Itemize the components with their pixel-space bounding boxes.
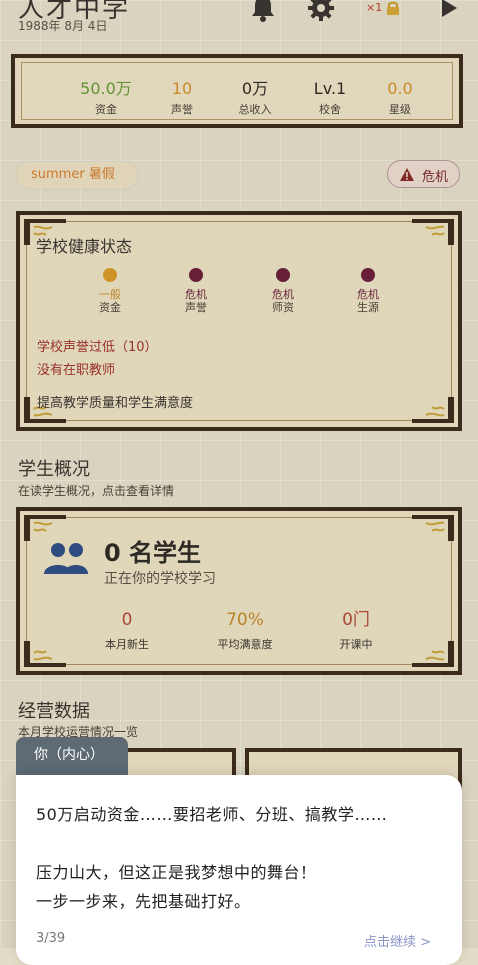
ornament-icon: [412, 515, 454, 541]
status-dot: [103, 268, 117, 282]
resource-stats-panel: 50.0万 资金 10 声誉 0万 总收入 Lv.1 校舍 0.0 星级: [11, 54, 463, 128]
student-stat-satisfaction: 70% 平均满意度: [195, 610, 295, 652]
status-dot: [189, 268, 203, 282]
ornament-icon: [412, 219, 454, 245]
ornament-icon: [412, 641, 454, 667]
play-icon[interactable]: [440, 0, 458, 18]
danger-button[interactable]: 危机: [387, 160, 460, 188]
stat-value: 10: [171, 79, 193, 98]
student-count-subtitle: 正在你的学校学习: [104, 571, 216, 587]
indicator-name: 声誉: [185, 301, 207, 314]
students-section-subtitle: 在读学生概况，点击查看详情: [18, 484, 175, 498]
stat-value: 50.0万: [80, 79, 132, 98]
stat-reputation: 10 声誉: [142, 80, 222, 117]
health-indicator-funds: 一般 资金: [80, 268, 140, 314]
warning-text: 学校声誉过低（10）: [37, 340, 158, 355]
health-indicator-teachers: 危机 师资: [253, 268, 313, 314]
lock-icon: [387, 1, 399, 15]
game-date: 1988年 8月 4日: [18, 19, 108, 33]
people-icon: [44, 543, 88, 574]
status-text: 危机: [272, 288, 294, 301]
stat-label: 校舍: [319, 103, 341, 116]
status-text: 危机: [357, 288, 379, 301]
stat-total-income: 0万 总收入: [215, 80, 295, 117]
ornament-icon: [24, 641, 66, 667]
stat-label: 开课中: [339, 638, 373, 651]
stat-label: 本月新生: [105, 638, 149, 651]
ornament-icon: [412, 397, 454, 423]
students-section-title: 学生概况: [18, 459, 90, 480]
dialog-progress: 3/39: [36, 931, 66, 946]
indicator-name: 生源: [357, 301, 379, 314]
operations-section-title: 经营数据: [18, 701, 90, 722]
bell-icon[interactable]: [250, 0, 276, 22]
health-indicator-reputation: 危机 声誉: [166, 268, 226, 314]
stat-value: 0: [121, 610, 133, 630]
status-dot: [276, 268, 290, 282]
danger-label: 危机: [422, 170, 449, 185]
status-dot: [361, 268, 375, 282]
ornament-icon: [24, 515, 66, 541]
stat-funds: 50.0万 资金: [66, 80, 146, 117]
speed-label[interactable]: ×1: [366, 1, 382, 14]
indicator-name: 资金: [99, 301, 121, 314]
stat-value: Lv.1: [313, 79, 347, 98]
status-text: 危机: [185, 288, 207, 301]
student-stat-courses: 0门 开课中: [306, 610, 406, 652]
stat-value: 0万: [241, 79, 269, 98]
stat-label: 声誉: [171, 103, 193, 116]
stat-label: 资金: [95, 103, 117, 116]
dialog-line: 一步一步来，先把基础打好。: [36, 892, 251, 911]
game-screen: 人才中学 1988年 8月 4日 ×1 50.0万 资金 10 声誉 0万 总收…: [0, 0, 478, 965]
status-text: 一般: [99, 288, 121, 301]
season-badge: summer 暑假: [17, 162, 137, 188]
stat-label: 总收入: [238, 103, 272, 116]
stat-value: 70%: [226, 610, 264, 630]
gear-icon[interactable]: [307, 0, 335, 22]
stat-label: 平均满意度: [217, 638, 273, 651]
student-count: 0 名学生: [104, 539, 202, 567]
stat-label: 星级: [389, 103, 411, 116]
advice-text: 提高教学质量和学生满意度: [37, 396, 194, 411]
stat-star: 0.0 星级: [360, 80, 440, 117]
story-dialog[interactable]: 50万启动资金……要招老师、分班、搞教学…… 压力山大，但这正是我梦想中的舞台！…: [16, 775, 462, 965]
stat-value: 0门: [342, 610, 370, 630]
student-stat-new: 0 本月新生: [77, 610, 177, 652]
dialog-line: 压力山大，但这正是我梦想中的舞台！: [36, 863, 317, 882]
continue-button[interactable]: 点击继续 >: [364, 931, 431, 950]
indicator-name: 师资: [272, 301, 294, 314]
stat-building: Lv.1 校舍: [290, 80, 370, 117]
health-title: 学校健康状态: [36, 237, 133, 256]
warning-icon: [400, 168, 414, 181]
stat-value: 0.0: [387, 79, 413, 98]
dialog-line: 50万启动资金……要招老师、分班、搞教学……: [36, 805, 388, 824]
warning-text: 没有在职教师: [37, 363, 116, 378]
health-indicator-enrollment: 危机 生源: [338, 268, 398, 314]
dialog-speaker-tag: 你（内心）: [16, 737, 128, 775]
